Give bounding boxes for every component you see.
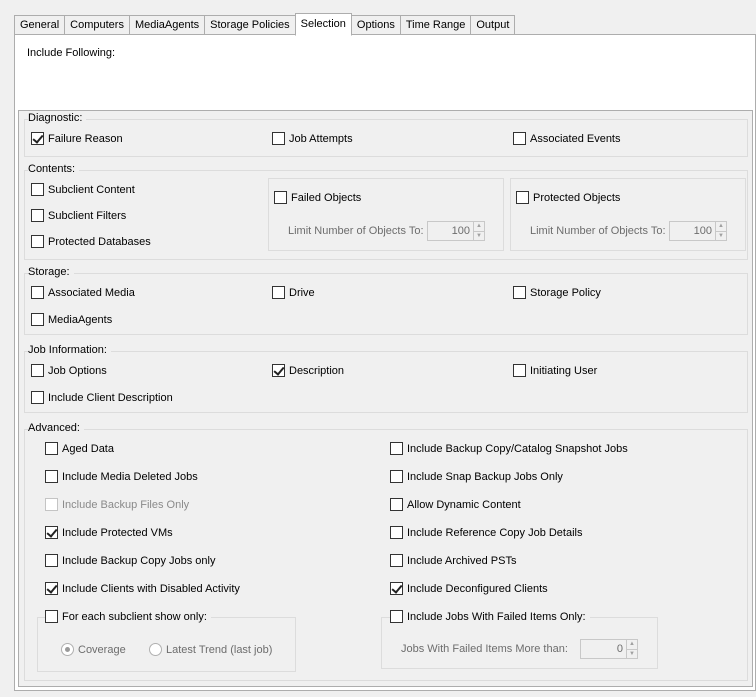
checkbox-icon: [31, 183, 44, 196]
checkbox-icon: [390, 554, 403, 567]
latest-trend-radio[interactable]: Latest Trend (last job): [149, 643, 272, 656]
include-archived-psts-checkbox[interactable]: Include Archived PSTs: [390, 554, 516, 567]
checkbox-icon: [390, 470, 403, 483]
associated-events-checkbox[interactable]: Associated Events: [513, 132, 621, 145]
include-reference-copy-checkbox[interactable]: Include Reference Copy Job Details: [390, 526, 582, 539]
checkbox-icon: [272, 286, 285, 299]
tab-computers[interactable]: Computers: [64, 15, 129, 36]
tab-general[interactable]: General: [14, 15, 65, 36]
for-each-subclient-checkbox[interactable]: For each subclient show only:: [45, 610, 211, 623]
checkbox-icon: [516, 191, 529, 204]
tab-storage-policies[interactable]: Storage Policies: [204, 15, 295, 36]
job-options-checkbox[interactable]: Job Options: [31, 364, 107, 377]
checkbox-icon: [31, 313, 44, 326]
checkbox-icon: [390, 442, 403, 455]
checkbox-icon: [390, 526, 403, 539]
tab-time-range[interactable]: Time Range: [399, 15, 471, 36]
allow-dynamic-content-checkbox[interactable]: Allow Dynamic Content: [390, 498, 521, 511]
job-information-section-title: Job Information:: [28, 344, 111, 356]
checkbox-checked-icon: [45, 582, 58, 595]
protected-databases-checkbox[interactable]: Protected Databases: [31, 235, 151, 248]
include-media-deleted-jobs-checkbox[interactable]: Include Media Deleted Jobs: [45, 470, 198, 483]
spin-down-icon[interactable]: ▼: [716, 232, 726, 241]
mediaagents-checkbox[interactable]: MediaAgents: [31, 313, 112, 326]
checkbox-icon: [513, 132, 526, 145]
initiating-user-checkbox[interactable]: Initiating User: [513, 364, 597, 377]
checkbox-icon: [45, 470, 58, 483]
tab-options[interactable]: Options: [351, 15, 400, 36]
drive-checkbox[interactable]: Drive: [272, 286, 315, 299]
include-snap-backup-jobs-only-checkbox[interactable]: Include Snap Backup Jobs Only: [390, 470, 563, 483]
failed-items-more-than-label: Jobs With Failed Items More than:: [401, 643, 568, 655]
checkbox-icon: [513, 364, 526, 377]
checkbox-checked-icon: [390, 582, 403, 595]
include-jobs-failed-items-checkbox[interactable]: Include Jobs With Failed Items Only:: [390, 610, 590, 623]
tab-output[interactable]: Output: [470, 15, 516, 36]
aged-data-checkbox[interactable]: Aged Data: [45, 442, 114, 455]
checkbox-icon: [272, 132, 285, 145]
include-backup-copy-jobs-only-checkbox[interactable]: Include Backup Copy Jobs only: [45, 554, 215, 567]
checkbox-icon: [390, 610, 403, 623]
coverage-radio[interactable]: Coverage: [61, 643, 126, 656]
checkbox-icon: [45, 610, 58, 623]
checkbox-icon: [45, 554, 58, 567]
storage-policy-checkbox[interactable]: Storage Policy: [513, 286, 601, 299]
advanced-section-title: Advanced:: [28, 422, 84, 434]
include-protected-vms-checkbox[interactable]: Include Protected VMs: [45, 526, 173, 539]
include-backup-copy-catalog-checkbox[interactable]: Include Backup Copy/Catalog Snapshot Job…: [390, 442, 628, 455]
associated-media-checkbox[interactable]: Associated Media: [31, 286, 135, 299]
tab-selection[interactable]: Selection: [294, 13, 352, 36]
contents-section-title: Contents:: [28, 163, 80, 175]
tab-bar: General Computers MediaAgents Storage Po…: [14, 13, 516, 36]
failed-objects-checkbox[interactable]: Failed Objects: [274, 191, 361, 204]
failed-items-more-than-spinner[interactable]: 0 ▲ ▼: [580, 639, 638, 659]
failed-objects-limit-spinner[interactable]: 100 ▲ ▼: [427, 221, 485, 241]
checkbox-icon: [31, 235, 44, 248]
selection-options-box: Diagnostic: Failure Reason Job Attempts …: [18, 110, 753, 687]
tab-mediaagents[interactable]: MediaAgents: [128, 15, 205, 36]
include-following-label: Include Following:: [27, 47, 116, 59]
diagnostic-section-title: Diagnostic:: [28, 112, 87, 124]
checkbox-icon: [31, 286, 44, 299]
protected-objects-limit-spinner[interactable]: 100 ▲ ▼: [669, 221, 727, 241]
checkbox-icon: [274, 191, 287, 204]
job-attempts-checkbox[interactable]: Job Attempts: [272, 132, 353, 145]
failed-objects-limit-label: Limit Number of Objects To:: [288, 225, 424, 237]
protected-objects-limit-label: Limit Number of Objects To:: [530, 225, 666, 237]
radio-selected-icon: [61, 643, 74, 656]
include-deconfigured-clients-checkbox[interactable]: Include Deconfigured Clients: [390, 582, 548, 595]
description-checkbox[interactable]: Description: [272, 364, 344, 377]
checkbox-icon: [45, 442, 58, 455]
checkbox-checked-icon: [31, 132, 44, 145]
radio-icon: [149, 643, 162, 656]
include-clients-disabled-activity-checkbox[interactable]: Include Clients with Disabled Activity: [45, 582, 240, 595]
include-client-description-checkbox[interactable]: Include Client Description: [31, 391, 173, 404]
subclient-content-checkbox[interactable]: Subclient Content: [31, 183, 135, 196]
checkbox-icon: [31, 391, 44, 404]
spin-down-icon[interactable]: ▼: [474, 232, 484, 241]
include-backup-files-only-checkbox[interactable]: Include Backup Files Only: [45, 498, 189, 511]
selection-panel: Include Following: Diagnostic: Failure R…: [14, 34, 756, 691]
failure-reason-checkbox[interactable]: Failure Reason: [31, 132, 123, 145]
checkbox-icon: [45, 498, 58, 511]
storage-section-title: Storage:: [28, 266, 74, 278]
checkbox-icon: [31, 209, 44, 222]
spin-up-icon[interactable]: ▲: [716, 222, 726, 232]
checkbox-icon: [513, 286, 526, 299]
spin-down-icon[interactable]: ▼: [627, 650, 637, 659]
spin-up-icon[interactable]: ▲: [474, 222, 484, 232]
checkbox-checked-icon: [45, 526, 58, 539]
checkbox-icon: [31, 364, 44, 377]
spin-up-icon[interactable]: ▲: [627, 640, 637, 650]
subclient-filters-checkbox[interactable]: Subclient Filters: [31, 209, 126, 222]
checkbox-icon: [390, 498, 403, 511]
checkbox-checked-icon: [272, 364, 285, 377]
protected-objects-checkbox[interactable]: Protected Objects: [516, 191, 620, 204]
